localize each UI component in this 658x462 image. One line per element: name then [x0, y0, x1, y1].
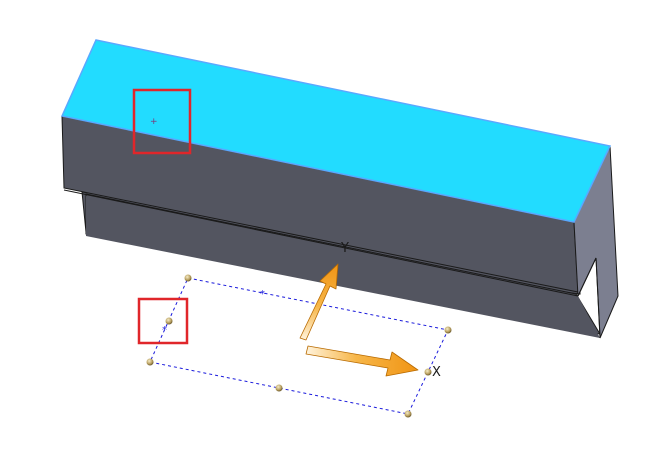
sketch-point-icon[interactable]: [444, 326, 452, 334]
origin-marker-icon: +: [150, 117, 158, 127]
sketch-point-icon[interactable]: [165, 317, 173, 325]
sketch-point-icon[interactable]: [184, 274, 192, 282]
y-axis-label: Y: [340, 241, 349, 256]
highlight-sketch-midpoint: [137, 297, 189, 345]
sketch-point-icon[interactable]: [424, 368, 432, 376]
graphics-viewport[interactable]: + Y * * X: [0, 0, 658, 462]
x-axis-label: X: [432, 365, 441, 380]
sketch-midpoint-top-marker: *: [260, 289, 265, 300]
sketch-point-icon[interactable]: [275, 384, 283, 392]
sketch-point-icon[interactable]: [146, 358, 154, 366]
sketch-midpoint-left-marker: *: [162, 325, 167, 336]
move-triad-x-arrow-icon[interactable]: [305, 345, 419, 377]
model-body[interactable]: +: [60, 39, 619, 339]
sketch-point-icon[interactable]: [404, 410, 412, 418]
